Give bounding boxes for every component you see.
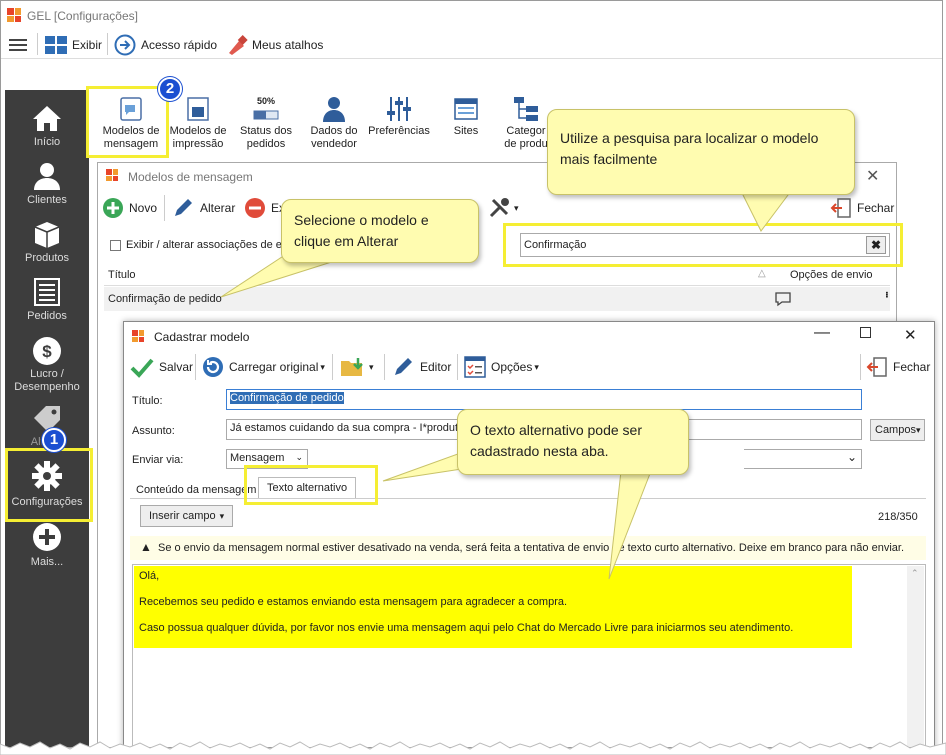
callout-texto-alternativo: O texto alternativo pode ser cadastrado … <box>457 409 689 475</box>
torn-edge <box>0 741 946 755</box>
main-window: GEL [Configurações] Exibir Acesso rápido… <box>0 0 943 748</box>
callout-pesquisa: Utilize a pesquisa para localizar o mode… <box>547 109 855 195</box>
callout-selecione: Selecione o modelo e clique em Alterar <box>281 199 479 263</box>
